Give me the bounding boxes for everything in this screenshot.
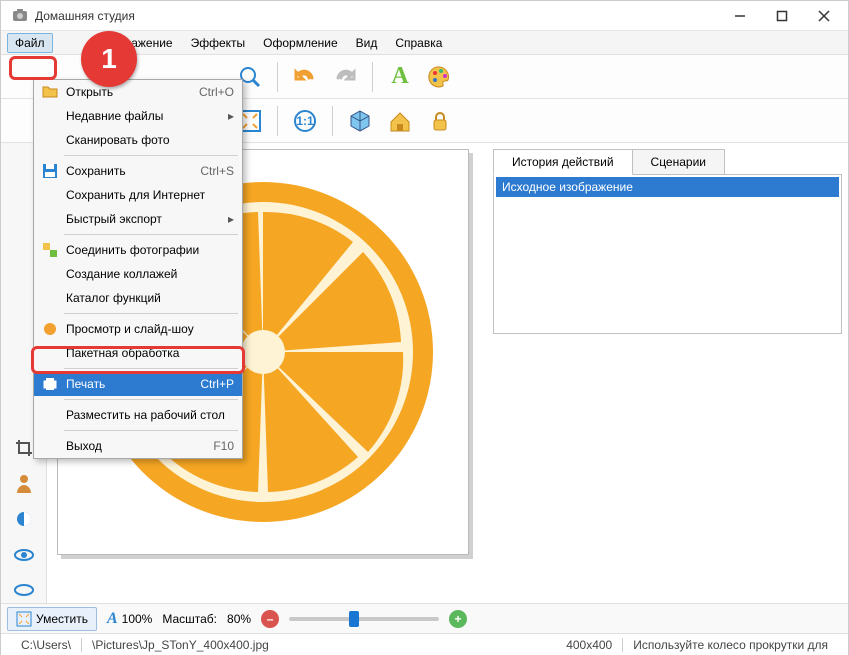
file-dropdown: Открыть Ctrl+O Недавние файлы▸ Сканирова… <box>33 79 243 459</box>
step-badge: 1 <box>81 31 137 87</box>
eye-icon[interactable] <box>10 542 38 568</box>
text-a-icon: A <box>107 610 118 628</box>
ratio-1-1-icon[interactable]: 1:1 <box>288 104 322 138</box>
print-icon <box>38 376 62 392</box>
scale-value: 80% <box>227 612 251 626</box>
titlebar: Домашняя студия <box>1 1 848 31</box>
menu-save[interactable]: Сохранить Ctrl+S <box>34 159 242 183</box>
menu-help[interactable]: Справка <box>387 33 450 53</box>
text-tool-icon[interactable]: A <box>383 60 417 94</box>
zoom-out-button[interactable]: – <box>261 610 279 628</box>
cube-icon[interactable] <box>343 104 377 138</box>
tab-history[interactable]: История действий <box>493 149 633 175</box>
history-item[interactable]: Исходное изображение <box>496 177 839 197</box>
minimize-button[interactable] <box>720 2 760 30</box>
contrast-icon[interactable] <box>10 506 38 532</box>
status-file: \Pictures\Jp_STonY_400x400.jpg <box>82 638 279 652</box>
menu-effects[interactable]: Эффекты <box>183 33 254 53</box>
home-icon[interactable] <box>383 104 417 138</box>
menu-slideshow[interactable]: Просмотр и слайд-шоу <box>34 317 242 341</box>
person-icon[interactable] <box>10 471 38 497</box>
status-path-prefix: C:\Users\ <box>11 638 81 652</box>
menu-file[interactable]: Файл <box>7 33 53 53</box>
scale-label: Масштаб: <box>162 612 217 626</box>
menu-wallpaper[interactable]: Разместить на рабочий стол <box>34 403 242 427</box>
menu-design[interactable]: Оформление <box>255 33 345 53</box>
history-list[interactable]: Исходное изображение <box>493 174 842 334</box>
menu-recent[interactable]: Недавние файлы▸ <box>34 104 242 128</box>
folder-open-icon <box>38 84 62 100</box>
status-hint: Используйте колесо прокрутки для <box>623 638 838 652</box>
lock-icon[interactable] <box>423 104 457 138</box>
slideshow-icon <box>38 321 62 337</box>
zoom-slider[interactable] <box>289 617 439 621</box>
undo-icon[interactable] <box>288 60 322 94</box>
panel-tabs: История действий Сценарии <box>493 149 842 175</box>
svg-text:1:1: 1:1 <box>296 114 314 128</box>
menu-exit[interactable]: Выход F10 <box>34 434 242 458</box>
tab-scenarios[interactable]: Сценарии <box>633 149 725 175</box>
right-panel: История действий Сценарии Исходное изобр… <box>487 143 848 603</box>
zoom-in-button[interactable]: + <box>449 610 467 628</box>
window-title: Домашняя студия <box>35 9 720 23</box>
chevron-right-icon: ▸ <box>228 109 234 123</box>
menu-merge[interactable]: Соединить фотографии <box>34 238 242 262</box>
status-dims: 400x400 <box>556 638 622 652</box>
text-zoom: A 100% <box>107 610 152 628</box>
close-button[interactable] <box>804 2 844 30</box>
maximize-button[interactable] <box>762 2 802 30</box>
app-icon <box>11 7 29 25</box>
menu-quick-export[interactable]: Быстрый экспорт▸ <box>34 207 242 231</box>
menu-scan[interactable]: Сканировать фото <box>34 128 242 152</box>
palette-icon[interactable] <box>423 60 457 94</box>
menu-view[interactable]: Вид <box>348 33 386 53</box>
redo-icon[interactable] <box>328 60 362 94</box>
menu-save-web[interactable]: Сохранить для Интернет <box>34 183 242 207</box>
chevron-right-icon: ▸ <box>228 212 234 226</box>
fit-label: Уместить <box>36 612 88 626</box>
menu-print[interactable]: Печать Ctrl+P <box>34 372 242 396</box>
status-bar-info: C:\Users\ \Pictures\Jp_STonY_400x400.jpg… <box>1 633 848 655</box>
merge-icon <box>38 242 62 258</box>
save-icon <box>38 163 62 179</box>
menu-open[interactable]: Открыть Ctrl+O <box>34 80 242 104</box>
oval-icon[interactable] <box>10 577 38 603</box>
status-bar-zoom: Уместить A 100% Масштаб: 80% – + <box>1 603 848 633</box>
menu-batch[interactable]: Пакетная обработка <box>34 341 242 365</box>
menu-collage[interactable]: Создание коллажей <box>34 262 242 286</box>
fit-button[interactable]: Уместить <box>7 607 97 631</box>
slider-thumb[interactable] <box>349 611 359 627</box>
menu-catalog[interactable]: Каталог функций <box>34 286 242 310</box>
